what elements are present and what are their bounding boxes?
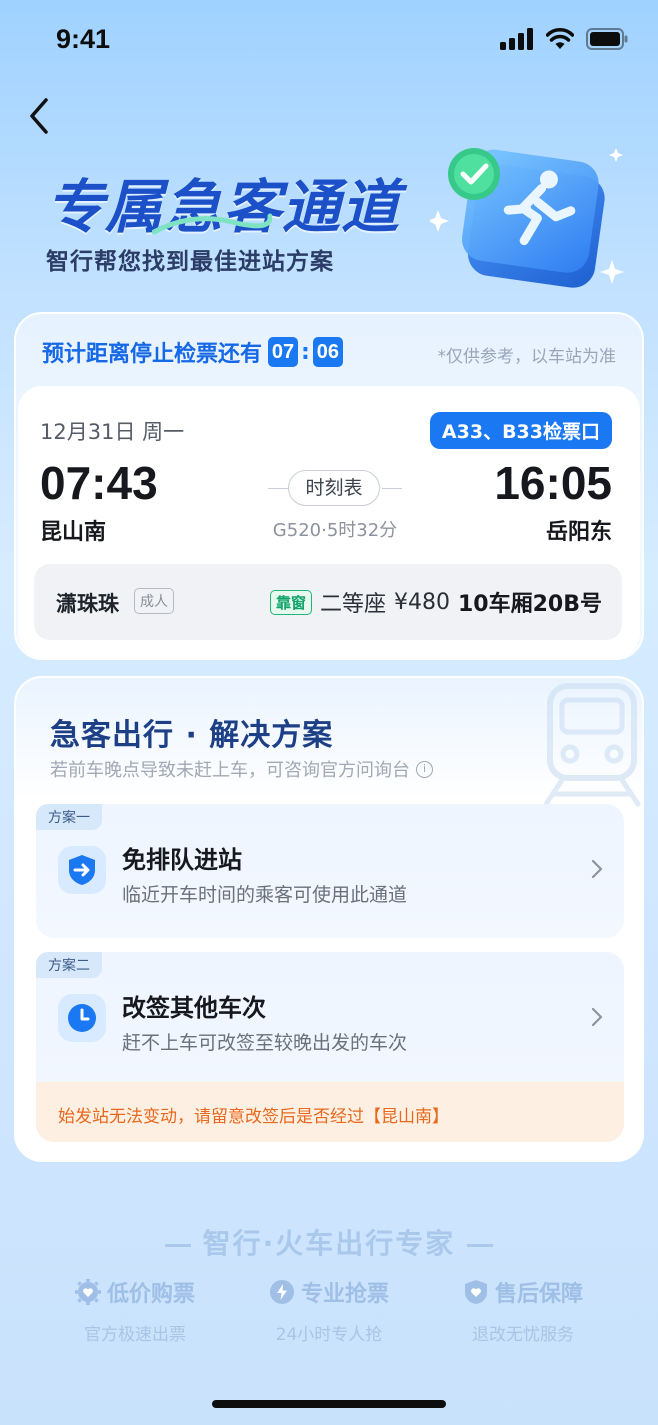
feature-desc: 官方极速出票 bbox=[84, 1325, 186, 1345]
chevron-right-icon bbox=[591, 859, 603, 879]
passenger-name: 潇珠珠 bbox=[56, 592, 119, 616]
plan-icon bbox=[58, 846, 106, 894]
departure-station: 昆山南 bbox=[40, 520, 107, 545]
feature-title: 售后保障 bbox=[433, 1276, 613, 1308]
feature-title-text: 售后保障 bbox=[494, 1282, 583, 1307]
footer-brand: 智行·火车出行专家 bbox=[0, 1222, 658, 1262]
plan-warning: 始发站无法变动，请留意改签后是否经过【昆山南】 bbox=[36, 1082, 624, 1142]
passenger-row: 潇珠珠 成人 靠窗 二等座 ¥480 10车厢20B号 bbox=[34, 564, 622, 640]
train-watermark-icon bbox=[543, 683, 641, 807]
checkin-countdown: 预计距离停止检票还有 07 : 06 bbox=[42, 336, 343, 368]
schedule-line-left bbox=[268, 488, 288, 489]
title-swoosh-icon bbox=[152, 213, 272, 235]
travel-date: 12月31日 周一 bbox=[40, 420, 185, 444]
feature-title-text: 专业抢票 bbox=[300, 1282, 389, 1307]
plan-card-2-main: 方案二 改签其他车次 赶不上车可改签至较晚出发的车次 bbox=[36, 952, 624, 1086]
brand-text: 智行·火车出行专家 bbox=[202, 1227, 456, 1260]
ticket-card: 预计距离停止检票还有 07 : 06 *仅供参考，以车站为准 12月31日 周一… bbox=[14, 312, 644, 660]
info-icon[interactable]: i bbox=[416, 760, 433, 778]
countdown-label: 预计距离停止检票还有 bbox=[42, 342, 263, 367]
solutions-card: 急客出行 · 解决方案 若前车晚点导致未赶上车，可咨询官方问询台 i 方案一 免… bbox=[14, 676, 644, 1162]
chevron-left-icon bbox=[30, 98, 48, 134]
status-icons bbox=[500, 28, 628, 50]
gate-badge: A33、B33检票口 bbox=[429, 412, 612, 449]
plan-card-1[interactable]: 方案一 免排队进站 临近开车时间的乘客可使用此通道 bbox=[36, 804, 624, 938]
seat-class: 二等座 bbox=[319, 592, 386, 617]
signal-icon bbox=[500, 28, 533, 50]
seat-info: 靠窗 二等座 ¥480 10车厢20B号 bbox=[269, 586, 602, 618]
feature-desc: 退改无忧服务 bbox=[472, 1325, 574, 1345]
exit-runner-icon bbox=[427, 148, 624, 288]
feature-desc: 24小时专人抢 bbox=[275, 1325, 383, 1345]
home-indicator[interactable] bbox=[212, 1400, 446, 1408]
countdown-seconds: 06 bbox=[312, 337, 343, 367]
countdown-minutes: 07 bbox=[268, 337, 299, 367]
solutions-subtitle: 若前车晚点导致未赶上车，可咨询官方问询台 i bbox=[50, 756, 433, 782]
arrival-station: 岳阳东 bbox=[545, 520, 612, 545]
arrow-right-shield-icon bbox=[69, 855, 95, 885]
plan-title: 改签其他车次 bbox=[122, 994, 266, 1022]
plan-tag: 方案一 bbox=[36, 804, 102, 830]
plan-tag: 方案二 bbox=[36, 952, 102, 978]
departure-time: 07:43 bbox=[40, 457, 158, 509]
feature-title-text: 低价购票 bbox=[106, 1282, 195, 1307]
running-man-illustration bbox=[427, 140, 630, 300]
arrival-time: 16:05 bbox=[494, 457, 612, 509]
feature-item: 专业抢票 24小时专人抢 bbox=[239, 1276, 419, 1345]
plan-title: 免排队进站 bbox=[122, 846, 242, 874]
brand-dash-right bbox=[467, 1243, 494, 1247]
gear-heart-icon bbox=[74, 1279, 101, 1305]
page-subtitle: 智行帮您找到最佳进站方案 bbox=[46, 249, 334, 275]
feature-title: 专业抢票 bbox=[239, 1276, 419, 1308]
seat-number: 10车厢20B号 bbox=[458, 592, 602, 617]
countdown-note: *仅供参考，以车站为准 bbox=[437, 347, 617, 367]
bolt-icon bbox=[269, 1280, 294, 1304]
back-button[interactable] bbox=[24, 96, 60, 136]
plan-card-2[interactable]: 方案二 改签其他车次 赶不上车可改签至较晚出发的车次 始发站无法变动，请留意改签… bbox=[36, 952, 624, 1142]
plan-desc: 赶不上车可改签至较晚出发的车次 bbox=[122, 1032, 408, 1054]
wifi-icon bbox=[546, 28, 574, 49]
ticket-details: 12月31日 周一 A33、B33检票口 07:43 16:05 昆山南 岳阳东… bbox=[18, 386, 640, 658]
feature-item: 售后保障 退改无忧服务 bbox=[433, 1276, 613, 1345]
clock-icon bbox=[68, 1004, 96, 1032]
chevron-right-icon bbox=[591, 1007, 603, 1027]
feature-item: 低价购票 官方极速出票 bbox=[45, 1276, 225, 1345]
status-time: 9:41 bbox=[56, 24, 111, 54]
battery-icon bbox=[586, 28, 628, 50]
countdown-separator: : bbox=[301, 339, 310, 365]
schedule-control: 时刻表 bbox=[268, 470, 402, 506]
ticket-price: ¥480 bbox=[394, 589, 450, 615]
schedule-button[interactable]: 时刻表 bbox=[288, 470, 380, 506]
window-seat-tag: 靠窗 bbox=[269, 589, 312, 615]
status-bar: 9:41 bbox=[0, 0, 658, 80]
solutions-title: 急客出行 · 解决方案 bbox=[50, 718, 334, 753]
passenger-type-badge: 成人 bbox=[134, 588, 174, 614]
shield-heart-icon bbox=[464, 1280, 487, 1304]
train-info: G520·5时32分 bbox=[272, 520, 398, 541]
brand-dash-left bbox=[164, 1243, 191, 1247]
solutions-subtitle-text: 若前车晚点导致未赶上车，可咨询官方问询台 bbox=[50, 760, 410, 781]
plan-desc: 临近开车时间的乘客可使用此通道 bbox=[122, 884, 408, 906]
plan-icon bbox=[58, 994, 106, 1042]
feature-list: 低价购票 官方极速出票 专业抢票 24小时专人抢 售后保障 退改无忧服务 bbox=[0, 1276, 658, 1345]
feature-title: 低价购票 bbox=[45, 1276, 225, 1308]
schedule-line-right bbox=[382, 488, 402, 489]
